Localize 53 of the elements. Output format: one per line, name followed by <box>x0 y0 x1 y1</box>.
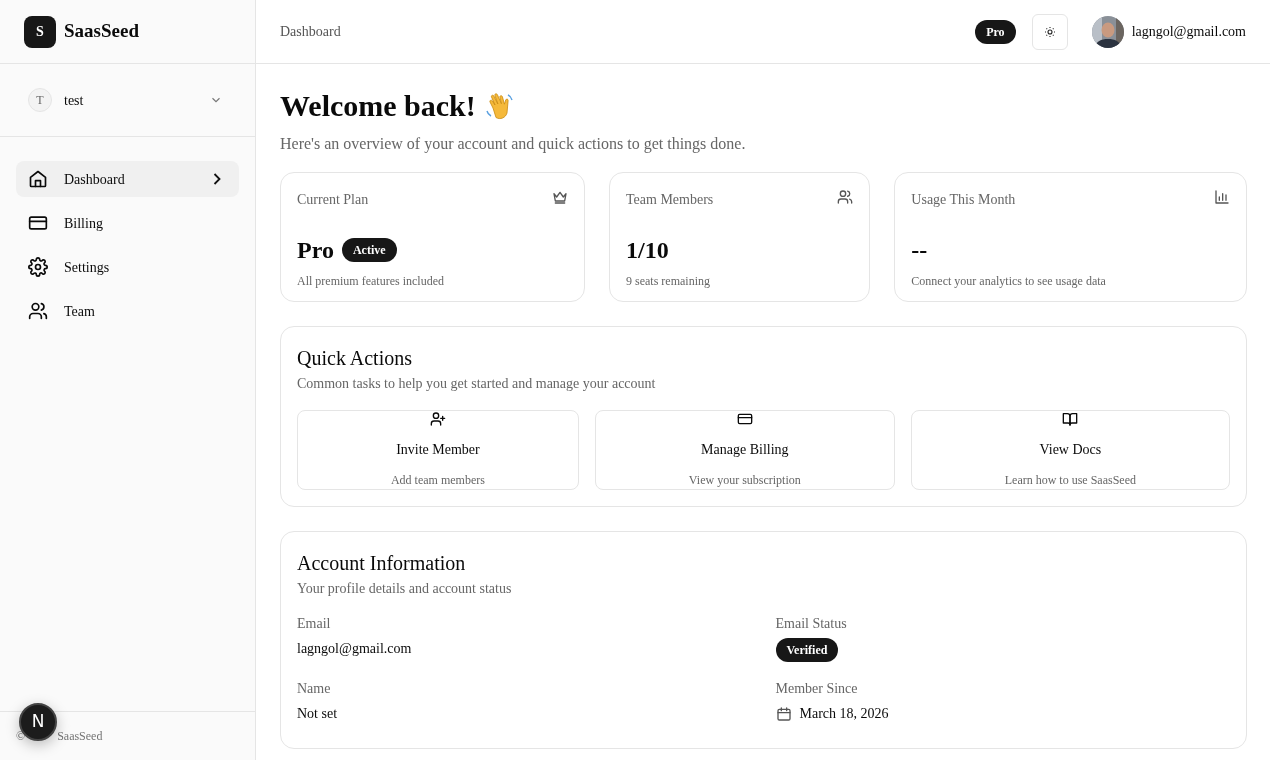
stat-note: Connect your analytics to see usage data <box>911 273 1107 290</box>
nav-item[interactable]: Settings <box>16 249 239 285</box>
section-title: Quick Actions <box>297 346 413 371</box>
bar-chart-icon <box>1214 189 1230 205</box>
users-icon <box>28 301 48 321</box>
plan-badge: Pro <box>975 19 1016 44</box>
user-plus-icon <box>429 411 446 427</box>
field-value: Not set <box>297 705 339 723</box>
field-label: Member Since <box>775 680 859 698</box>
copyright-text: SaasSeed <box>57 728 103 745</box>
settings-icon <box>28 257 48 277</box>
stat-note: All premium features included <box>297 273 445 290</box>
quick-action-button[interactable]: Manage Billing View your subscription <box>594 410 895 490</box>
workspace-avatar: T <box>28 88 52 112</box>
status-badge: Verified <box>775 638 839 662</box>
brand-name: SaasSeed <box>64 19 139 44</box>
crown-icon <box>552 189 568 205</box>
breadcrumb: Dashboard <box>280 23 342 41</box>
section-subtitle: Common tasks to help you get started and manage your account <box>297 375 657 393</box>
quick-action-button[interactable]: Invite Member Add team members <box>297 410 579 490</box>
users-icon <box>837 189 854 205</box>
stat-title: Team Members <box>626 191 714 209</box>
nav-item[interactable]: Team <box>16 293 239 329</box>
stat-title: Current Plan <box>297 191 369 209</box>
waving-hand-icon <box>483 90 516 122</box>
credit-card-icon <box>736 411 753 427</box>
stat-value: Pro <box>297 236 334 265</box>
logo-icon: S <box>24 15 56 48</box>
field-value: March 18, 2026 <box>799 705 889 723</box>
stat-value: -- <box>911 236 928 265</box>
book-icon <box>1062 411 1079 427</box>
field-label: Name <box>297 680 332 698</box>
section-subtitle: Your profile details and account status <box>297 580 513 598</box>
credit-card-icon <box>28 213 48 233</box>
theme-toggle-button[interactable] <box>1031 13 1068 50</box>
user-email[interactable]: lagngol@gmail.com <box>1131 21 1246 42</box>
stat-note: 9 seats remaining <box>626 273 711 290</box>
nav-item[interactable]: Dashboard <box>16 161 239 197</box>
welcome-subtitle: Here's an overview of your account and quick actions to get things done. <box>280 134 747 155</box>
stat-title: Usage This Month <box>911 191 1016 209</box>
calendar-icon <box>775 705 792 722</box>
field-value: lagngol@gmail.com <box>297 640 413 658</box>
quick-action-button[interactable]: View Docs Learn how to use SaasSeed <box>910 410 1230 490</box>
workspace-name[interactable]: test <box>64 89 201 111</box>
sun-icon <box>1043 25 1056 38</box>
home-icon <box>28 169 48 189</box>
field-label: Email <box>297 615 332 633</box>
section-title: Account Information <box>297 551 467 576</box>
status-badge: Active <box>341 238 397 262</box>
field-label: Email Status <box>775 615 848 633</box>
nav-item[interactable]: Billing <box>16 205 239 241</box>
stat-value: 1/10 <box>626 236 669 265</box>
welcome-heading: Welcome back! <box>280 88 476 124</box>
